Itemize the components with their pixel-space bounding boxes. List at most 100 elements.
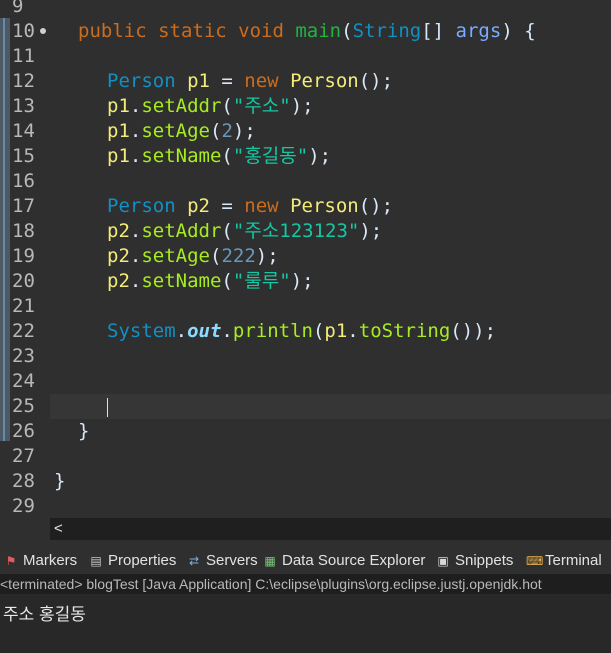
code-token: . (129, 220, 142, 242)
code-token: . (129, 245, 142, 267)
tab-terminal[interactable]: ⌨ Terminal (526, 550, 602, 572)
console-output: 주소 홍길동 (3, 605, 86, 624)
code-text: p1.setName("홍길동"); (107, 144, 331, 169)
code-token: ); (255, 245, 279, 267)
code-line[interactable]: 17 Person p2 = new Person(); (0, 194, 611, 219)
code-text: Person p2 = new Person(); (107, 194, 393, 219)
tab-properties[interactable]: ▤ Properties (89, 550, 176, 572)
code-line[interactable]: 12 Person p1 = new Person(); (0, 69, 611, 94)
code-token: (); (358, 70, 394, 92)
servers-icon: ⇄ (188, 553, 200, 568)
scroll-left-arrow[interactable]: < (54, 518, 63, 540)
code-token: ( (312, 320, 325, 342)
code-token: p1 (107, 120, 130, 142)
code-token: 2 (221, 120, 233, 142)
code-token: p1 (107, 145, 130, 167)
code-line[interactable]: 29 (0, 494, 611, 518)
code-token: "주소" (232, 95, 291, 117)
text-caret (107, 398, 108, 417)
code-line[interactable]: 10 public static void main(String[] args)… (0, 19, 611, 44)
code-line[interactable]: 19 p2.setAge(222); (0, 244, 611, 269)
code-editor[interactable]: 9 10 public static void main(String[] args… (0, 0, 611, 518)
code-token: [] (421, 20, 456, 42)
line-number: 27 (12, 445, 35, 467)
code-token: ( (209, 120, 222, 142)
code-line[interactable]: 21 (0, 294, 611, 319)
line-number: 29 (12, 495, 35, 517)
code-token: ); (308, 145, 332, 167)
code-line[interactable]: 9 (0, 0, 611, 19)
code-token: setName (141, 145, 222, 167)
code-token: (); (358, 195, 394, 217)
code-token: ); (232, 120, 256, 142)
code-token: setName (141, 270, 222, 292)
line-number: 20 (12, 270, 35, 292)
code-token: ( (341, 20, 353, 42)
horizontal-scrollbar[interactable]: < (50, 518, 611, 540)
tab-label: Data Source Explorer (282, 552, 426, 569)
code-token: ); (359, 220, 383, 242)
console-view[interactable]: 주소 홍길동 (0, 594, 611, 653)
code-line[interactable]: 24 (0, 369, 611, 394)
line-number: 17 (12, 195, 35, 217)
code-token: . (175, 320, 188, 342)
code-text: } (78, 419, 89, 444)
tab-snippets[interactable]: ▣ Snippets (436, 550, 513, 572)
line-number: 19 (12, 245, 35, 267)
tab-label: Markers (23, 552, 78, 569)
line-number: 18 (12, 220, 35, 242)
code-token: toString (358, 320, 451, 342)
code-token: p1 (187, 70, 210, 92)
code-token: . (221, 320, 233, 342)
line-number: 10 (12, 20, 35, 42)
code-text: p1.setAge(2); (107, 119, 256, 144)
code-line[interactable]: 26} (0, 419, 611, 444)
line-number: 9 (12, 0, 24, 17)
tab-servers[interactable]: ⇄ Servers (187, 550, 258, 572)
code-line[interactable]: 15 p1.setName("홍길동"); (0, 144, 611, 169)
tab-data-source-explorer[interactable]: ▦ Data Source Explorer (263, 550, 425, 572)
line-number: 12 (12, 70, 35, 92)
code-line[interactable]: 16 (0, 169, 611, 194)
code-token: . (129, 120, 142, 142)
code-token: p1 (324, 320, 348, 342)
code-token: println (232, 320, 313, 342)
tab-markers[interactable]: ⚑ Markers (4, 550, 78, 572)
code-line[interactable]: 18 p2.setAddr("주소123123"); (0, 219, 611, 244)
code-token: ()); (450, 320, 497, 342)
code-token: Person (107, 195, 188, 217)
code-token: void (238, 20, 296, 42)
code-line[interactable]: 11 (0, 44, 611, 69)
code-line[interactable]: 14 p1.setAge(2); (0, 119, 611, 144)
code-line[interactable]: 23 (0, 344, 611, 369)
code-line[interactable]: 25 (0, 394, 611, 419)
code-token: "룰루" (232, 270, 291, 292)
fold-toggle-icon[interactable] (40, 28, 46, 34)
tab-label: Terminal (545, 552, 602, 569)
line-number: 26 (12, 420, 35, 442)
code-token: . (129, 270, 142, 292)
code-token: p2 (107, 220, 130, 242)
code-line[interactable]: 27 (0, 444, 611, 469)
code-text: p2.setAddr("주소123123"); (107, 219, 382, 244)
code-token: ( (221, 145, 233, 167)
code-line[interactable]: 28} (0, 469, 611, 494)
code-token: main (295, 20, 342, 42)
code-line[interactable]: 20 p2.setName("룰루"); (0, 269, 611, 294)
code-token: ) { (501, 20, 536, 42)
code-text: Person p1 = new Person(); (107, 69, 393, 94)
code-token: setAge (141, 245, 210, 267)
line-number: 14 (12, 120, 35, 142)
code-token: . (129, 145, 142, 167)
code-token: System (107, 320, 176, 342)
code-token: . (129, 95, 142, 117)
code-line[interactable]: 13 p1.setAddr("주소"); (0, 94, 611, 119)
properties-icon: ▤ (90, 553, 102, 568)
line-number: 28 (12, 470, 35, 492)
line-number: 15 (12, 145, 35, 167)
code-token: = (209, 70, 245, 92)
code-token: "홍길동" (232, 145, 309, 167)
line-number: 21 (12, 295, 35, 317)
code-line[interactable]: 22 System.out.println(p1.toString()); (0, 319, 611, 344)
code-text: System.out.println(p1.toString()); (107, 319, 496, 344)
